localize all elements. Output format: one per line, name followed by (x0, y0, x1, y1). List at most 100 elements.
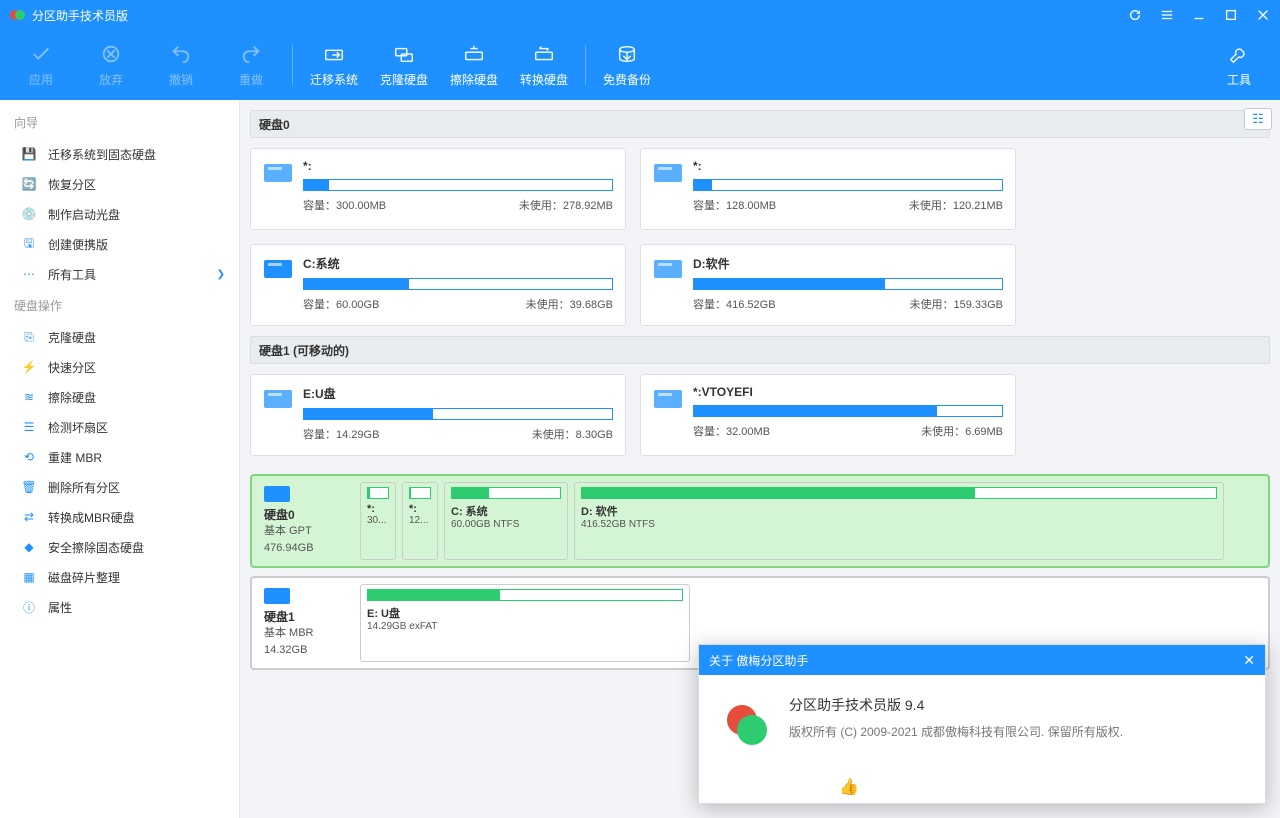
wipe-button[interactable]: 擦除硬盘 (439, 35, 509, 95)
sidebar-item-diskop-3[interactable]: ☰检测坏扇区 (0, 412, 239, 442)
separator (292, 45, 293, 85)
chevron-right-icon: ❯ (217, 269, 225, 280)
clone-button[interactable]: 克隆硬盘 (369, 35, 439, 95)
sidebar-icon: ⚡ (20, 358, 38, 376)
sidebar-icon: ⟲ (20, 448, 38, 466)
menu-icon[interactable] (1160, 8, 1174, 22)
sidebar-icon: ⓘ (20, 598, 38, 616)
dialog-titlebar[interactable]: 关于 傲梅分区助手 ✕ (699, 645, 1265, 675)
convert-button[interactable]: 转换硬盘 (509, 35, 579, 95)
about-dialog: 关于 傲梅分区助手 ✕ 分区助手技术员版 9.4 版权所有 (C) 2009-2… (698, 644, 1266, 804)
sidebar-item-diskop-9[interactable]: ⓘ属性 (0, 592, 239, 622)
toolbar: 应用 放弃 撤销 重做 迁移系统 克隆硬盘 擦除硬盘 转换硬盘 免费备份 工具 (0, 30, 1280, 100)
disk-header[interactable]: 硬盘1 (可移动的) (250, 336, 1270, 364)
view-toggle-button[interactable]: ☷ (1244, 108, 1272, 130)
sidebar-item-diskop-7[interactable]: ◆安全擦除固态硬盘 (0, 532, 239, 562)
map-row[interactable]: 硬盘0基本 GPT476.94GB*:30...*:12...C: 系统60.0… (250, 474, 1270, 568)
about-logo-icon (723, 701, 771, 749)
sidebar-icon: 🔄 (20, 175, 38, 193)
about-product: 分区助手技术员版 9.4 (789, 695, 1123, 715)
partition-card[interactable]: *:VTOYEFI容量：32.00MB未使用：6.69MB (640, 374, 1016, 456)
capacity-label: 容量：128.00MB (693, 197, 776, 213)
capacity-label: 容量：14.29GB (303, 426, 379, 442)
sidebar: 向导 💾迁移系统到固态硬盘🔄恢复分区💿制作启动光盘🖫创建便携版⋯所有工具❯ 硬盘… (0, 100, 240, 818)
migrate-icon (321, 43, 347, 65)
usage-bar (303, 179, 613, 191)
sidebar-icon: 💿 (20, 205, 38, 223)
free-label: 未使用：39.68GB (526, 296, 613, 312)
about-copyright: 版权所有 (C) 2009-2021 成都傲梅科技有限公司. 保留所有版权. (789, 723, 1123, 740)
undo-icon (168, 43, 194, 65)
undo-button: 撤销 (146, 35, 216, 95)
disk-icon (263, 387, 293, 411)
sidebar-icon: 💾 (20, 145, 38, 163)
maximize-icon[interactable] (1224, 8, 1238, 22)
capacity-label: 容量：300.00MB (303, 197, 386, 213)
sidebar-item-diskop-0[interactable]: ⎘克隆硬盘 (0, 322, 239, 352)
map-partition[interactable]: D: 软件416.52GB NTFS (574, 482, 1224, 560)
sidebar-item-diskop-6[interactable]: ⇄转换成MBR硬盘 (0, 502, 239, 532)
sidebar-item-wizard-3[interactable]: 🖫创建便携版 (0, 229, 239, 259)
partition-card[interactable]: E:U盘容量：14.29GB未使用：8.30GB (250, 374, 626, 456)
sidebar-icon: ⎘ (20, 328, 38, 346)
separator (585, 45, 586, 85)
sidebar-item-wizard-4[interactable]: ⋯所有工具❯ (0, 259, 239, 289)
usage-bar (693, 405, 1003, 417)
capacity-label: 容量：416.52GB (693, 296, 776, 312)
disk-header[interactable]: 硬盘0 (250, 110, 1270, 138)
thumb-icon[interactable]: 👍 (839, 777, 859, 797)
title-bar: 分区助手技术员版 (0, 0, 1280, 30)
backup-button[interactable]: 免费备份 (592, 35, 662, 95)
sidebar-item-wizard-2[interactable]: 💿制作启动光盘 (0, 199, 239, 229)
capacity-label: 容量：32.00MB (693, 423, 770, 439)
map-partition[interactable]: E: U盘14.29GB exFAT (360, 584, 690, 662)
refresh-icon[interactable] (1128, 8, 1142, 22)
sidebar-item-wizard-0[interactable]: 💾迁移系统到固态硬盘 (0, 139, 239, 169)
usage-bar (693, 179, 1003, 191)
usage-bar (693, 278, 1003, 290)
migrate-button[interactable]: 迁移系统 (299, 35, 369, 95)
disk-icon (653, 257, 683, 281)
disk-icon (263, 257, 293, 281)
partition-name: E:U盘 (303, 385, 613, 402)
partition-name: *:VTOYEFI (693, 385, 1003, 399)
sidebar-icon: ⇄ (20, 508, 38, 526)
apply-button: 应用 (6, 35, 76, 95)
wrench-icon (1226, 43, 1252, 65)
sidebar-icon: ☰ (20, 418, 38, 436)
free-label: 未使用：278.92MB (519, 197, 613, 213)
sidebar-icon: 🖫 (20, 235, 38, 253)
clone-icon (391, 43, 417, 65)
map-partition[interactable]: *:30... (360, 482, 396, 560)
free-label: 未使用：120.21MB (909, 197, 1003, 213)
close-icon[interactable] (1256, 8, 1270, 22)
partition-card[interactable]: *:容量：128.00MB未使用：120.21MB (640, 148, 1016, 230)
diskops-header: 硬盘操作 (0, 289, 239, 322)
sidebar-item-diskop-1[interactable]: ⚡快速分区 (0, 352, 239, 382)
backup-icon (614, 43, 640, 65)
map-partition[interactable]: C: 系统60.00GB NTFS (444, 482, 568, 560)
sidebar-item-diskop-5[interactable]: 🗑删除所有分区 (0, 472, 239, 502)
app-title: 分区助手技术员版 (32, 7, 128, 24)
partition-card[interactable]: *:容量：300.00MB未使用：278.92MB (250, 148, 626, 230)
sidebar-item-diskop-4[interactable]: ⟲重建 MBR (0, 442, 239, 472)
dialog-close-icon[interactable]: ✕ (1243, 652, 1255, 669)
minimize-icon[interactable] (1192, 8, 1206, 22)
sidebar-icon: ≋ (20, 388, 38, 406)
sidebar-item-wizard-1[interactable]: 🔄恢复分区 (0, 169, 239, 199)
disk-icon (264, 486, 290, 502)
tools-button[interactable]: 工具 (1204, 35, 1274, 95)
redo-icon (238, 43, 264, 65)
disk-icon (653, 161, 683, 185)
sidebar-icon: ⋯ (20, 265, 38, 283)
partition-card[interactable]: C:系统容量：60.00GB未使用：39.68GB (250, 244, 626, 326)
dialog-title: 关于 傲梅分区助手 (709, 652, 808, 669)
partition-card[interactable]: D:软件容量：416.52GB未使用：159.33GB (640, 244, 1016, 326)
sidebar-icon: 🗑 (20, 478, 38, 496)
map-partition[interactable]: *:12... (402, 482, 438, 560)
sidebar-item-diskop-2[interactable]: ≋擦除硬盘 (0, 382, 239, 412)
redo-button: 重做 (216, 35, 286, 95)
window-controls (1128, 8, 1270, 22)
wipe-icon (461, 43, 487, 65)
sidebar-item-diskop-8[interactable]: ▦磁盘碎片整理 (0, 562, 239, 592)
